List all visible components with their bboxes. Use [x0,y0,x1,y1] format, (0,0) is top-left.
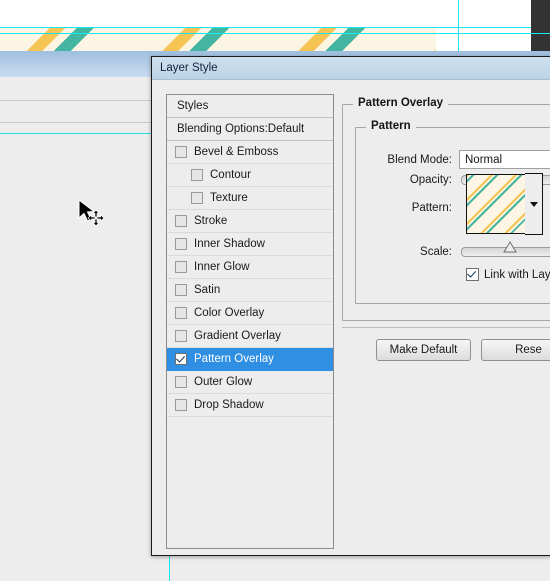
style-row-texture[interactable]: Texture [167,187,333,210]
styles-item-container: Bevel & Emboss Contour Texture Stroke Inner … [167,141,333,417]
dialog-body: Styles Blending Options:Default Bevel & … [152,80,550,555]
styles-list-panel[interactable]: Styles Blending Options:Default Bevel & … [166,94,334,549]
style-row-outer-glow[interactable]: Outer Glow [167,371,333,394]
style-row-inner-glow[interactable]: Inner Glow [167,256,333,279]
pattern-group-label: Pattern [366,120,416,132]
style-row-drop-shadow[interactable]: Drop Shadow [167,394,333,417]
style-row-label: Texture [210,192,248,204]
pattern-swatch[interactable] [466,174,526,234]
pattern-overlay-group: Pattern Overlay Pattern Blend Mode: Norm… [342,97,550,321]
style-row-satin[interactable]: Satin [167,279,333,302]
style-row-pattern-overlay[interactable]: Pattern Overlay [167,348,333,371]
style-row-label: Inner Glow [194,261,250,273]
guide-vertical-right[interactable] [458,0,459,51]
canvas-white-top [0,0,531,28]
style-checkbox-icon[interactable] [175,261,187,273]
chevron-down-icon [529,201,538,207]
link-with-layer-checkbox[interactable]: Link with Layer [466,268,550,281]
scale-label: Scale: [420,246,452,258]
opacity-label: Opacity: [409,174,452,186]
guide-vertical-lower[interactable] [169,553,170,581]
style-checkbox-icon[interactable] [175,353,187,365]
style-checkbox-icon[interactable] [175,399,187,411]
reset-button[interactable]: Rese [481,339,550,361]
pattern-group: Pattern Blend Mode: Normal Opacity: Patt… [355,120,550,304]
style-checkbox-icon[interactable] [175,376,187,388]
style-row-label: Drop Shadow [194,399,264,411]
style-row-gradient-overlay[interactable]: Gradient Overlay [167,325,333,348]
style-row-label: Stroke [194,215,228,227]
pattern-swatch-fill [467,175,525,233]
style-row-label: Pattern Overlay [194,353,274,365]
style-row-label: Satin [194,284,221,296]
style-row-color-overlay[interactable]: Color Overlay [167,302,333,325]
scale-slider[interactable] [461,241,550,257]
pattern-overlay-group-label: Pattern Overlay [353,97,449,109]
blending-options-row[interactable]: Blending Options:Default [167,118,333,141]
guide-horizontal-second[interactable] [0,33,550,34]
options-panel: Pattern Overlay Pattern Blend Mode: Norm… [342,94,550,555]
dialog-title: Layer Style [160,62,218,74]
style-row-contour[interactable]: Contour [167,164,333,187]
scale-slider-thumb[interactable] [503,241,517,253]
style-checkbox-icon[interactable] [175,146,187,158]
style-row-label: Outer Glow [194,376,253,388]
style-checkbox-icon[interactable] [175,307,187,319]
link-with-layer-check-icon [466,268,479,281]
style-row-label: Contour [210,169,251,181]
style-checkbox-icon[interactable] [175,330,187,342]
layer-style-dialog[interactable]: Layer Style Styles Blending Options:Defa… [151,56,550,556]
style-checkbox-icon[interactable] [175,215,187,227]
canvas-dark-region [531,0,550,51]
make-default-button[interactable]: Make Default [376,339,471,361]
styles-header[interactable]: Styles [167,95,333,118]
style-row-stroke[interactable]: Stroke [167,210,333,233]
style-row-inner-shadow[interactable]: Inner Shadow [167,233,333,256]
panel-divider [342,327,550,328]
guide-horizontal-top[interactable] [0,27,531,28]
style-checkbox-icon[interactable] [191,192,203,204]
blend-mode-select[interactable]: Normal [459,150,550,169]
pattern-label: Pattern: [411,202,452,214]
style-row-bevel-emboss[interactable]: Bevel & Emboss [167,141,333,164]
style-checkbox-icon[interactable] [175,284,187,296]
style-row-label: Bevel & Emboss [194,146,279,158]
link-with-layer-label: Link with Layer [484,268,550,281]
style-checkbox-icon[interactable] [175,238,187,250]
style-row-label: Gradient Overlay [194,330,281,342]
dialog-titlebar[interactable]: Layer Style [152,57,550,80]
pattern-dropdown-button[interactable] [525,173,543,235]
style-row-label: Inner Shadow [194,238,265,250]
style-row-label: Color Overlay [194,307,265,319]
blend-mode-label: Blend Mode: [387,153,452,166]
style-checkbox-icon[interactable] [191,169,203,181]
